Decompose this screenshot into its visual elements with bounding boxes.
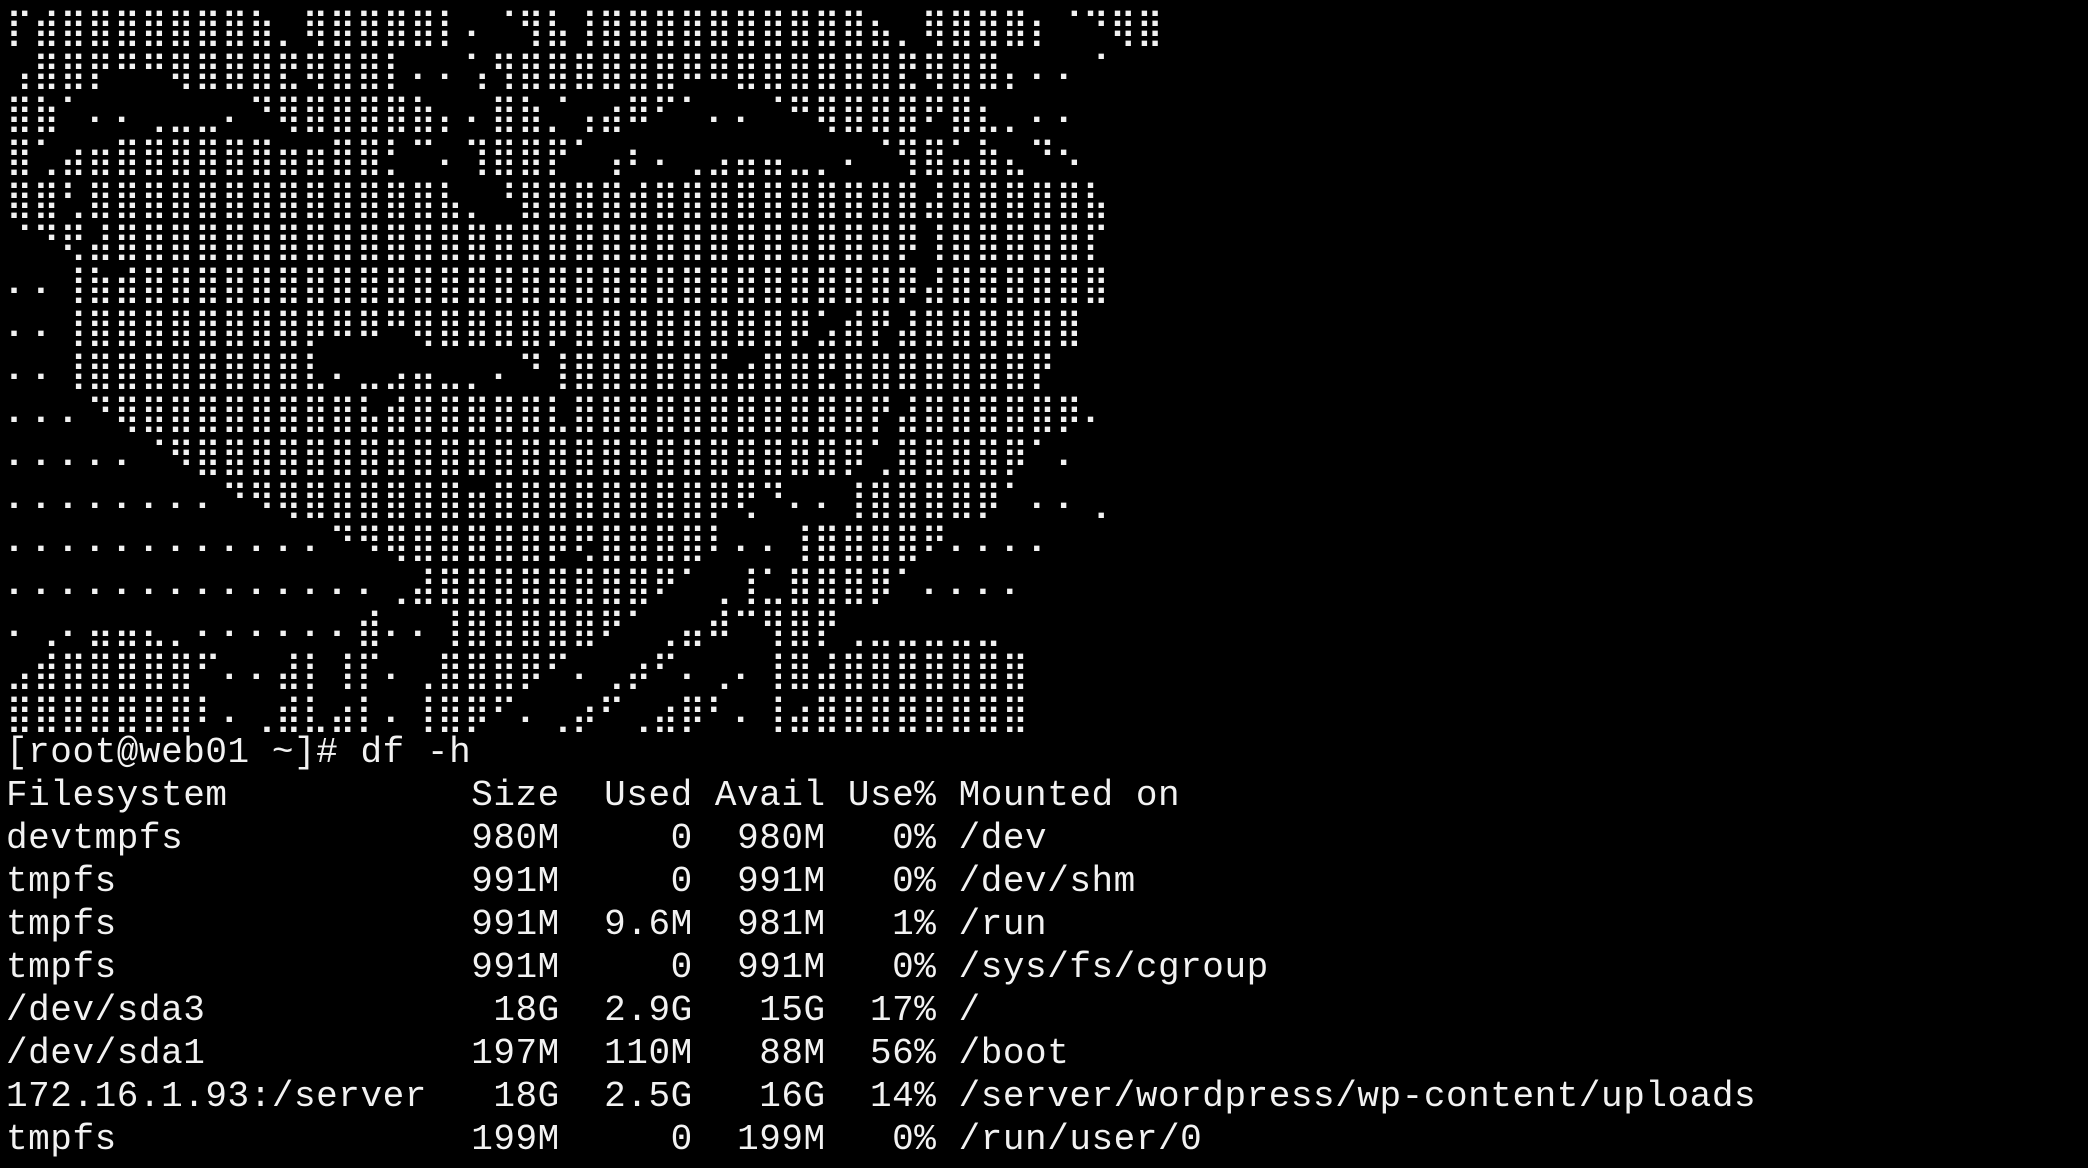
df-row: devtmpfs 980M 0 980M 0% /dev	[6, 818, 1048, 859]
ascii-art-banner: ⡏⣾⣿⣿⣿⣿⣿⣿⣿⣷⡀⢿⣿⣿⣿⣿⡇⠄⠈⢻⣧⢸⣿⣿⣿⣿⣿⣿⣿⣿⣿⣿⣦⡀⢿⣿⣿⣿⡆⠈…	[6, 5, 1164, 736]
df-row: 172.16.1.93:/server 18G 2.5G 16G 14% /se…	[6, 1076, 1757, 1117]
banner-line: ⣿⣿⢃⣿⣿⣿⣿⣿⣿⣿⣿⣿⣿⣿⣿⣿⣧⡀⠘⣿⣿⣿⣿⣾⣿⣿⣿⣿⣿⣿⣿⣿⣿⣿⣼⣿⣿⣿⣿⣿…	[6, 176, 1110, 220]
banner-line: ⣠⣾⣿⣿⣿⣿⣿⠋⠄⠄⣼⡇⢸⡏⠄⢀⣿⣿⣿⡿⠋⠄⢀⡴⠋⠄⢀⠄⢸⣿⣼⣿⣿⣿⣿⣿⣿⣿	[6, 648, 1029, 692]
df-row: tmpfs 991M 0 991M 0% /dev/shm	[6, 861, 1136, 902]
banner-line: ⠄⠄⠄⠄⠄⠄⠄⠄⠄⠄⠄⠄⠙⠻⢿⣿⣿⣿⣿⣿⡿⢟⣿⣿⣿⣿⠇⠄⠄⢸⣿⣿⣿⣿⠟⠄⠄⠄⠄	[6, 519, 1056, 563]
df-row: /dev/sda1 197M 110M 88M 56% /boot	[6, 1033, 1070, 1074]
banner-line: ⣿⣷⠁⠄⠄⢀⣀⣀⠄⠙⢿⣿⣿⣿⣿⣷⡄⠄⣿⣷⡈⢠⣴⠿⠋⠁⠄⠄⠈⠛⢿⣿⣿⣿⠟⣿⣆⡀⠄⠄	[6, 90, 1083, 134]
banner-line: ⠄⠄⠄⠄⠄⠈⠻⣿⣿⣿⣿⣿⣿⣿⣿⣿⣿⣿⣿⣿⣿⣿⣿⣿⣿⣿⣿⣿⣿⣿⣿⡿⢁⣿⣿⣿⣿⡿⠁⠄	[6, 433, 1083, 477]
df-row: tmpfs 991M 9.6M 981M 1% /run	[6, 904, 1048, 945]
shell-prompt-command: [root@web01 ~]# df -h	[6, 732, 472, 773]
df-row: tmpfs 991M 0 991M 0% /sys/fs/cgroup	[6, 947, 1269, 988]
terminal-output: [root@web01 ~]# df -h Filesystem Size Us…	[6, 731, 2082, 1161]
df-header-row: Filesystem Size Used Avail Use% Mounted …	[6, 775, 1181, 816]
df-row: /dev/sda3 18G 2.9G 15G 17% /	[6, 990, 981, 1031]
banner-line: ⠄⠄⠄⠙⢿⣿⣿⣿⣿⣿⣿⣿⣿⣧⣾⣿⣿⣿⣿⣿⣇⣿⣿⣿⣿⣿⣿⣿⣿⣿⣿⣿⡟⣼⣿⣿⣿⣿⣿⡿…	[6, 391, 1110, 435]
banner-line: ⣿⢁⣴⣶⣿⣿⣿⣿⣿⣿⣶⣶⣿⣿⡃⠉⠄⢹⣿⣿⡟⠁⢠⠆⠄⢀⣠⣤⣤⣀⡀⠄⠈⢻⣿⣥⣷⣄⠙⠢	[6, 133, 1083, 177]
banner-line: ⠄⠄⠄⠄⠄⠄⠄⠄⠄⠄⠄⠄⠄⠄⢀⣼⣿⣿⣿⣿⣿⣿⣿⣿⠟⠁⢀⢸⣁⣿⣿⣿⡿⠁⠄⠄⠄⠄	[6, 562, 1029, 606]
df-row: tmpfs 199M 0 199M 0% /run/user/0	[6, 1119, 1203, 1160]
terminal-window[interactable]: ⡏⣾⣿⣿⣿⣿⣿⣿⣿⣷⡀⢿⣿⣿⣿⣿⡇⠄⠈⢻⣧⢸⣿⣿⣿⣿⣿⣿⣿⣿⣿⣿⣦⡀⢿⣿⣿⣿⡆⠈…	[6, 0, 2082, 1168]
banner-line: ⠄⢀⠄⣤⣤⣄⡀⠄⠄⠄⠄⠄⠄⣾⠄⠄⢸⣿⣿⣿⣿⣿⠟⠁⢀⣤⠾⠉⢻⣿⡟⢀⣀⣀⣀⣀⣀	[6, 605, 1002, 649]
banner-line: ⠈⠙⢟⣼⣿⣿⣿⣿⣿⣿⣿⣿⣿⣿⣿⣿⣿⣿⣿⣿⣿⣿⣿⣿⣿⣿⣿⣿⣿⣿⣿⣿⣿⡿⢸⣿⣿⣿⣿⣿…	[6, 219, 1110, 263]
banner-line: ⡏⣾⣿⣿⣿⣿⣿⣿⣿⣷⡀⢿⣿⣿⣿⣿⡇⠄⠈⢻⣧⢸⣿⣿⣿⣿⣿⣿⣿⣿⣿⣿⣦⡀⢿⣿⣿⣿⡆⠈…	[6, 5, 1164, 48]
banner-line: ⢠⣿⣿⡟⠛⠛⢿⣿⣿⣿⣟⢿⣿⣿⡇⠄⠄⢡⢻⣿⣿⣿⣿⣿⣿⠿⠿⣿⣿⣿⣿⣿⣿⣟⢿⣿⣿⡄⠄⠄…	[6, 47, 1110, 91]
banner-line: ⠄⠄⢸⣿⣿⣿⣿⣿⣿⣿⣿⣇⠄⣀⣠⣤⣀⡀⠄⠙⢸⣿⣿⣿⣿⣿⣯⣴⣿⣿⣟⣿⣿⣿⣿⣿⣿⣿⡟	[6, 348, 1056, 392]
banner-line: ⠄⠄⢸⣿⣿⣿⣿⣿⣿⣿⣿⡿⠿⠿⠛⢿⣿⣿⣿⣿⡿⣿⣿⣿⣿⣿⣿⣿⣿⡿⣡⣾⡟⣼⣿⣿⣿⣿⣿⣿	[6, 305, 1083, 349]
banner-line: ⣿⣿⣿⣿⣿⣿⣿⠇⠄⢀⣾⣇⣴⡇⠄⢸⣿⡿⠋⠄⢀⡴⠋⢀⣴⡿⠃⠄⢸⣴⣿⣿⣿⣿⣿⣿⣿⣿	[6, 691, 1029, 735]
banner-line: ⠄⠄⠄⠄⠄⠄⠄⠄⠙⠻⢿⣿⣿⣿⣿⣿⣿⣶⣿⣿⣿⣿⣿⣿⣿⣿⡿⢟⠙⠄⠄⢸⣿⣿⣿⣿⡿⠁⠄⠄…	[6, 476, 1110, 520]
banner-line: ⠄⠄⢸⣷⣾⣿⣿⣿⣿⣿⣿⣿⣿⣿⣿⣿⣿⣿⣿⣿⣿⣿⣿⣿⣿⣿⣿⣿⣿⣿⣿⣿⣿⡿⣼⣿⣿⣿⣿⣿…	[6, 262, 1110, 306]
